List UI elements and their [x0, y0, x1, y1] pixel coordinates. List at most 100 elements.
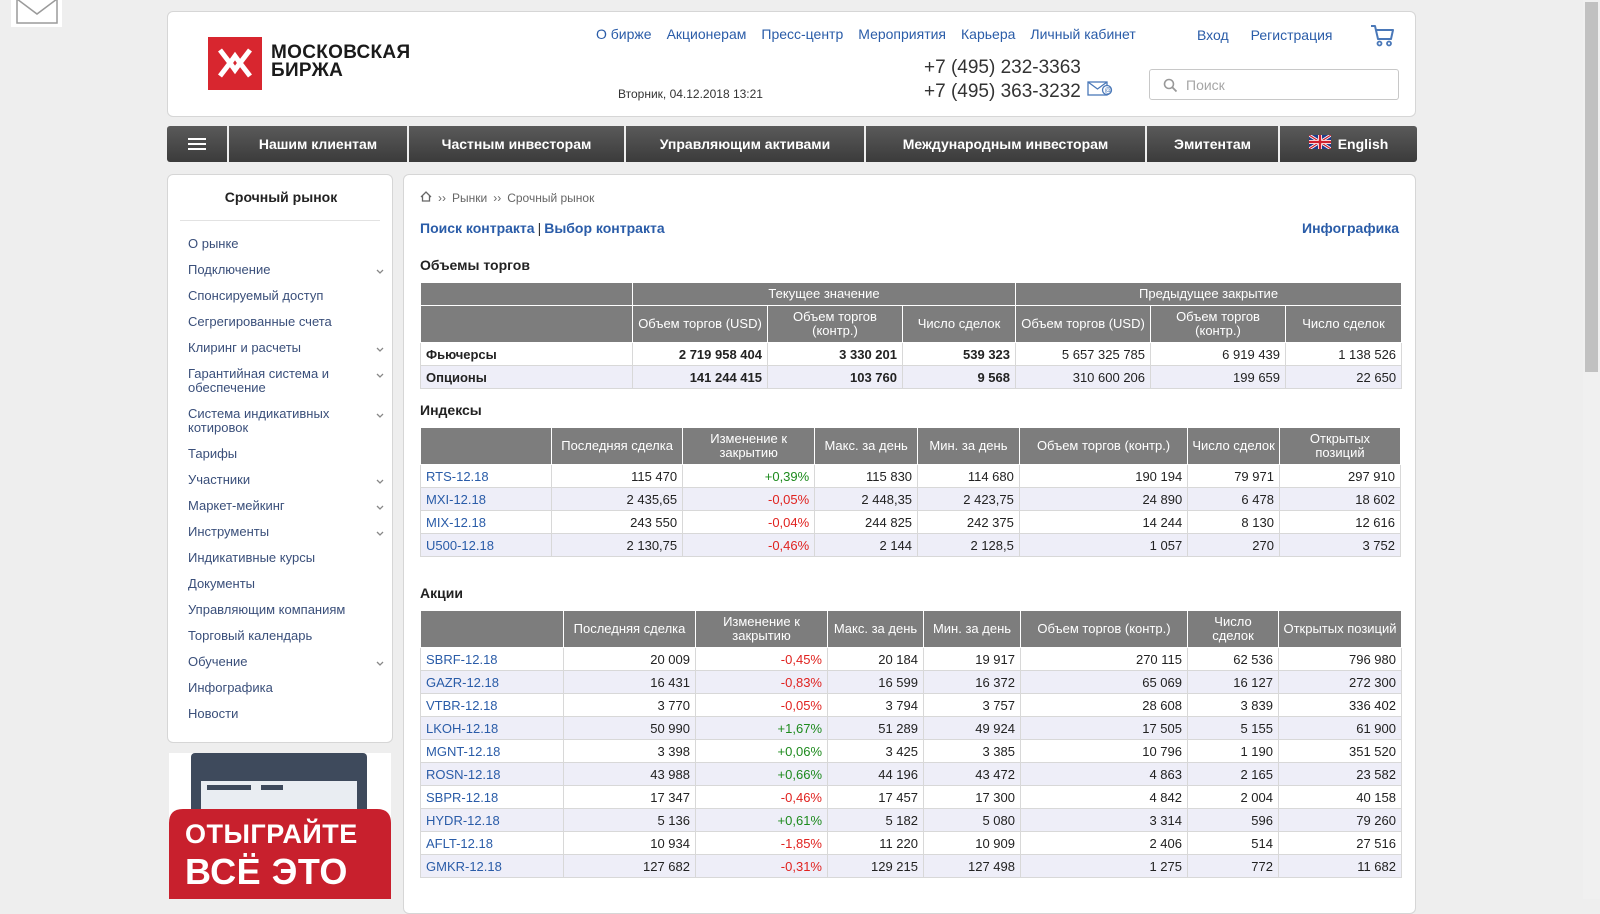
column-header: Последняя сделка: [551, 427, 684, 465]
chevron-down-icon[interactable]: [376, 657, 384, 671]
search-input[interactable]: [1184, 74, 1389, 96]
instrument-link[interactable]: SBPR-12.18: [426, 790, 498, 805]
table-cell: 27 516: [1278, 831, 1402, 855]
mail-icon[interactable]: [11, 0, 62, 27]
sidebar-item[interactable]: Маркет-мейкинг: [188, 493, 384, 519]
sidebar-item[interactable]: Сегрегированные счета: [188, 309, 384, 335]
column-header: Число сделок: [1285, 305, 1403, 343]
chevron-down-icon[interactable]: [376, 527, 384, 541]
cart-icon[interactable]: [1369, 22, 1395, 51]
sidebar-item[interactable]: Обучение: [188, 649, 384, 675]
nav-issuers[interactable]: Эмитентам: [1147, 126, 1280, 162]
sidebar-item[interactable]: Спонсируемый доступ: [188, 283, 384, 309]
register-link[interactable]: Регистрация: [1251, 27, 1333, 43]
search-icon[interactable]: [1163, 78, 1178, 96]
breadcrumb-markets[interactable]: Рынки: [452, 191, 487, 205]
page-scrollbar[interactable]: [1583, 0, 1600, 899]
table-cell: 351 520: [1278, 739, 1402, 763]
table-cell: 5 182: [827, 808, 924, 832]
chevron-down-icon[interactable]: [376, 501, 384, 515]
topnav-press[interactable]: Пресс-центр: [761, 26, 843, 42]
instrument-link[interactable]: MXI-12.18: [426, 492, 486, 507]
email-icon[interactable]: @: [1087, 79, 1113, 103]
infographics-link[interactable]: Инфографика: [1302, 220, 1399, 236]
instrument-link[interactable]: SBRF-12.18: [426, 652, 498, 667]
search-contract-link[interactable]: Поиск контракта: [420, 220, 535, 236]
sidebar-item-label: Торговый календарь: [188, 628, 313, 643]
menu-burger-icon[interactable]: [167, 126, 229, 162]
table-cell: 129 215: [827, 854, 924, 878]
sidebar-item[interactable]: Новости: [188, 701, 384, 727]
chevron-down-icon[interactable]: [376, 409, 384, 423]
row-label: Фьючерсы: [420, 342, 633, 366]
instrument-link[interactable]: MIX-12.18: [426, 515, 486, 530]
nav-international-investors[interactable]: Международным инвесторам: [866, 126, 1147, 162]
table-cell: 190 194: [1018, 464, 1189, 488]
main-navigation: Нашим клиентам Частным инвесторам Управл…: [167, 126, 1417, 162]
instrument-link[interactable]: GAZR-12.18: [426, 675, 499, 690]
nav-private-investors[interactable]: Частным инвесторам: [409, 126, 626, 162]
nav-english[interactable]: English: [1280, 126, 1417, 162]
login-link[interactable]: Вход: [1197, 27, 1229, 43]
sidebar-item[interactable]: Документы: [188, 571, 384, 597]
sidebar-item[interactable]: Участники: [188, 467, 384, 493]
sidebar-item[interactable]: Инфографика: [188, 675, 384, 701]
topnav-shareholders[interactable]: Акционерам: [667, 26, 747, 42]
table-row: ROSN-12.18 43 988 +0,66% 44 196 43 472 4 863 2…: [420, 762, 1402, 786]
topnav-cabinet[interactable]: Личный кабинет: [1030, 26, 1135, 42]
sidebar-item[interactable]: Подключение: [188, 257, 384, 283]
table-cell: 297 910: [1278, 464, 1402, 488]
table-cell: 2 719 958 404: [632, 342, 768, 366]
instrument-link[interactable]: LKOH-12.18: [426, 721, 498, 736]
instrument-link[interactable]: VTBR-12.18: [426, 698, 498, 713]
group-header-previous: Предыдущее закрытие: [1015, 282, 1403, 306]
sidebar-item[interactable]: О рынке: [188, 231, 384, 257]
instrument-link[interactable]: MGNT-12.18: [426, 744, 500, 759]
topnav-career[interactable]: Карьера: [961, 26, 1015, 42]
sidebar-item[interactable]: Система индикативных котировок: [188, 401, 384, 441]
sidebar-item[interactable]: Инструменты: [188, 519, 384, 545]
sidebar-item-label: Участники: [188, 472, 251, 487]
chevron-down-icon[interactable]: [376, 265, 384, 279]
table-cell: 20 184: [827, 647, 924, 671]
table-cell: 28 608: [1020, 693, 1188, 717]
nav-clients[interactable]: Нашим клиентам: [229, 126, 409, 162]
sidebar-item[interactable]: Индикативные курсы: [188, 545, 384, 571]
instrument-link[interactable]: U500-12.18: [426, 538, 494, 553]
instrument-cell: RTS-12.18: [419, 464, 553, 488]
table-cell: 3 425: [827, 739, 924, 763]
instrument-link[interactable]: GMKR-12.18: [426, 859, 502, 874]
sidebar-item[interactable]: Управляющим компаниям: [188, 597, 384, 623]
instrument-link[interactable]: AFLT-12.18: [426, 836, 493, 851]
sidebar-item[interactable]: Тарифы: [188, 441, 384, 467]
topnav-about[interactable]: О бирже: [596, 26, 652, 42]
instrument-cell: VTBR-12.18: [420, 693, 564, 717]
table-cell: 49 924: [923, 716, 1021, 740]
chevron-down-icon[interactable]: [376, 475, 384, 489]
chevron-down-icon[interactable]: [376, 369, 384, 383]
sidebar-item[interactable]: Торговый календарь: [188, 623, 384, 649]
uk-flag-icon: [1307, 126, 1332, 162]
volumes-table: Текущее значение Предыдущее закрытие Объ…: [420, 282, 1403, 389]
scrollbar-thumb[interactable]: [1585, 2, 1598, 372]
select-contract-link[interactable]: Выбор контракта: [544, 220, 664, 236]
table-cell: 242 375: [917, 510, 1020, 534]
nav-asset-managers[interactable]: Управляющим активами: [626, 126, 866, 162]
table-cell: 3 385: [923, 739, 1021, 763]
instrument-link[interactable]: RTS-12.18: [426, 469, 489, 484]
instrument-link[interactable]: HYDR-12.18: [426, 813, 500, 828]
sidebar-item[interactable]: Клиринг и расчеты: [188, 335, 384, 361]
home-icon[interactable]: [420, 191, 432, 205]
promo-banner[interactable]: ОТЫГРАЙТЕ ВСЁ ЭТО: [169, 753, 391, 899]
table-cell: 51 289: [827, 716, 924, 740]
chevron-down-icon[interactable]: [376, 343, 384, 357]
moex-logo[interactable]: МОСКОВСКАЯ БИРЖА: [208, 37, 438, 92]
change-cell: +0,61%: [695, 808, 828, 832]
table-cell: 115 470: [551, 464, 684, 488]
instrument-link[interactable]: ROSN-12.18: [426, 767, 500, 782]
table-row: U500-12.18 2 130,75 -0,46% 2 144 2 128,5 1 05…: [419, 533, 1402, 557]
sidebar-divider: [180, 220, 380, 221]
sidebar-item[interactable]: Гарантийная система и обеспечение: [188, 361, 384, 401]
topnav-events[interactable]: Мероприятия: [858, 26, 946, 42]
column-header: Открытых позиций: [1278, 610, 1402, 648]
